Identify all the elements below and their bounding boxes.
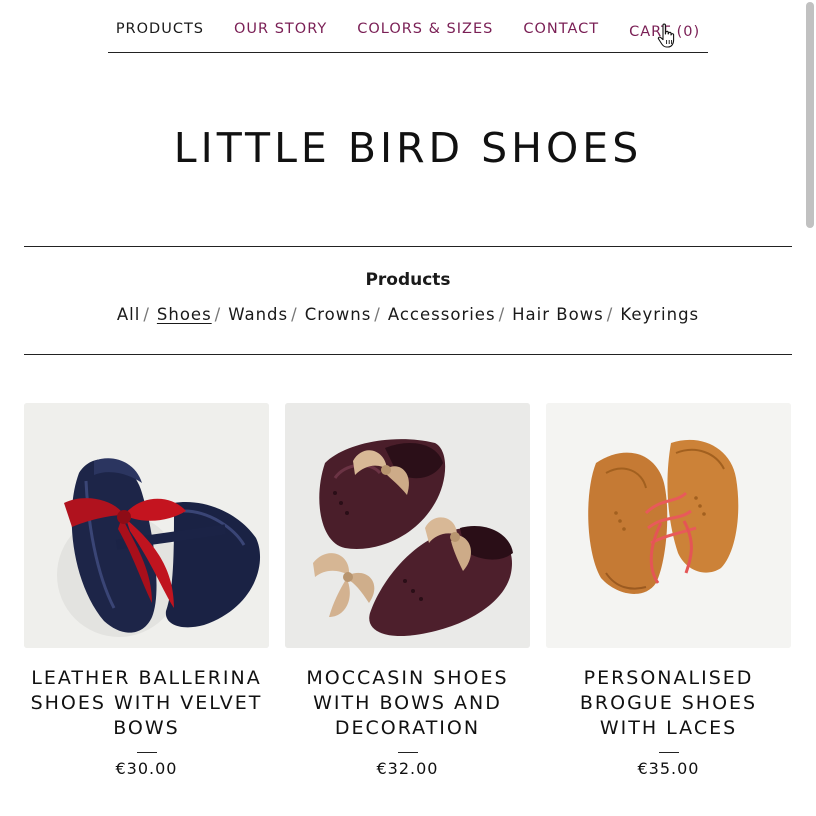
filter-keyrings[interactable]: Keyrings	[620, 305, 699, 324]
product-image-moccasin[interactable]	[285, 403, 530, 648]
filter-separator: /	[214, 305, 222, 324]
filter-wands[interactable]: Wands	[228, 305, 288, 324]
product-price: €35.00	[637, 759, 700, 778]
filter-crowns[interactable]: Crowns	[305, 305, 372, 324]
filter-separator: /	[498, 305, 506, 324]
filter-heading: Products	[365, 270, 451, 290]
filter-separator: /	[291, 305, 298, 324]
nav-contact[interactable]: CONTACT	[523, 21, 599, 37]
category-filter: All / Shoes / Wands / Crowns / Accessories / Hair …	[0, 305, 816, 324]
price-divider	[397, 752, 418, 753]
price-divider	[136, 752, 157, 753]
filter-separator: /	[143, 305, 150, 324]
divider-bottom	[24, 354, 792, 355]
nav-cart-wrap: CART (0)	[629, 21, 700, 48]
top-navigation: PRODUCTS OUR STORY COLORS & SIZES CONTAC…	[108, 14, 708, 53]
product-price: €32.00	[376, 759, 439, 778]
product-card-brogue[interactable]: PERSONALISED BROGUE SHOES WITH LACES €35…	[546, 403, 791, 778]
divider-top	[24, 246, 792, 247]
filter-accessories[interactable]: Accessories	[388, 305, 496, 324]
nav-colors-sizes[interactable]: COLORS & SIZES	[357, 21, 493, 37]
nav-our-story[interactable]: OUR STORY	[234, 21, 327, 37]
product-name[interactable]: MOCCASIN SHOES WITH BOWS AND DECORATION	[285, 666, 530, 741]
filter-shoes[interactable]: Shoes	[157, 305, 212, 324]
filter-hair-bows[interactable]: Hair Bows	[512, 305, 604, 324]
nav-products[interactable]: PRODUCTS	[116, 21, 204, 37]
filter-all[interactable]: All	[117, 305, 140, 324]
product-card-ballerina[interactable]: LEATHER BALLERINA SHOES WITH VELVET BOWS…	[24, 403, 269, 778]
price-divider	[658, 752, 679, 753]
filter-separator: /	[374, 305, 381, 324]
product-image-ballerina[interactable]	[24, 403, 269, 648]
page-scrollbar[interactable]	[806, 2, 814, 228]
filter-separator: /	[606, 305, 614, 324]
product-grid: LEATHER BALLERINA SHOES WITH VELVET BOWS…	[24, 403, 792, 778]
product-image-brogue[interactable]	[546, 403, 791, 648]
product-name[interactable]: LEATHER BALLERINA SHOES WITH VELVET BOWS	[24, 666, 269, 741]
product-card-moccasin[interactable]: MOCCASIN SHOES WITH BOWS AND DECORATION …	[285, 403, 530, 778]
nav-cart[interactable]: CART (0)	[629, 24, 700, 40]
product-price: €30.00	[115, 759, 178, 778]
product-name[interactable]: PERSONALISED BROGUE SHOES WITH LACES	[546, 666, 791, 741]
site-title: LITTLE BIRD SHOES	[173, 124, 643, 172]
